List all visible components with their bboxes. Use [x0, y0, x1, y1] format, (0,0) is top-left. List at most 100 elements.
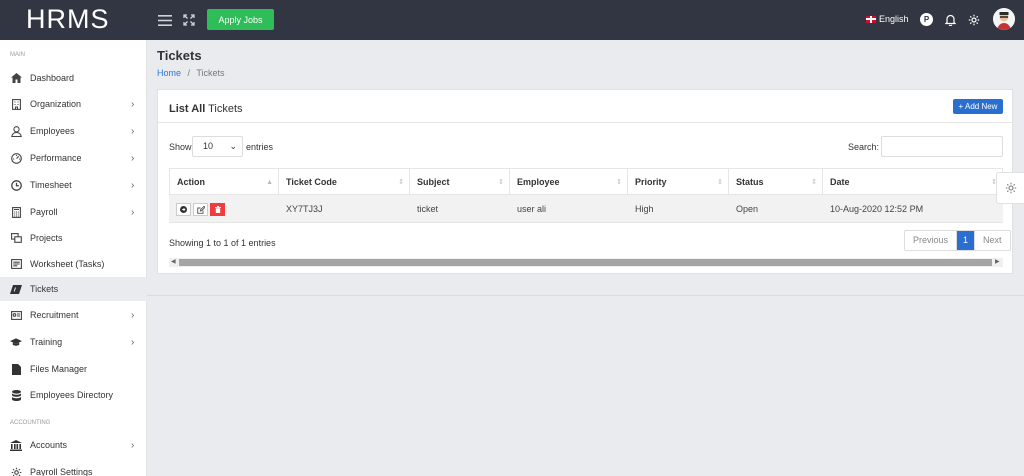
- table-row: XY7TJ3J ticket user ali High Open 10-Aug…: [169, 195, 1003, 223]
- next-page-button[interactable]: Next: [975, 231, 1010, 250]
- sidebar-item-payroll-settings[interactable]: Payroll Settings: [0, 460, 147, 476]
- settings-icon: [10, 466, 22, 476]
- user-avatar[interactable]: [993, 8, 1015, 30]
- sort-icon: ⇕: [398, 179, 404, 186]
- sidebar-item-worksheet[interactable]: Worksheet (Tasks): [0, 252, 147, 276]
- sort-icon: ⇕: [498, 179, 504, 186]
- content-footer-band: [147, 280, 1024, 296]
- column-header-status[interactable]: Status ⇕: [729, 168, 823, 195]
- entries-label: entries: [246, 142, 274, 152]
- chevron-down-icon: ⌄: [229, 141, 237, 151]
- chevron-right-icon: ›: [131, 439, 135, 451]
- ticket-code-cell: XY7TJ3J: [286, 204, 323, 214]
- file-icon: [10, 363, 22, 375]
- action-cell: [169, 195, 279, 223]
- column-header-action[interactable]: Action ▲: [169, 168, 279, 195]
- column-header-date[interactable]: Date ⇕: [823, 168, 1003, 195]
- previous-page-button[interactable]: Previous: [905, 231, 958, 250]
- fullscreen-icon[interactable]: [181, 12, 197, 28]
- gear-icon: [1005, 182, 1016, 194]
- projects-icon: [10, 232, 22, 244]
- add-new-button[interactable]: + Add New: [953, 99, 1003, 114]
- uk-flag-icon: [866, 15, 876, 23]
- subject-cell: ticket: [417, 204, 439, 214]
- sidebar-section-main: MAIN: [10, 52, 25, 58]
- search-label: Search:: [848, 142, 880, 152]
- app-logo[interactable]: HRMS: [26, 4, 110, 35]
- sidebar-item-payroll[interactable]: Payroll ›: [0, 200, 147, 224]
- column-header-subject[interactable]: Subject ⇕: [410, 168, 510, 195]
- page-title: Tickets: [157, 48, 202, 63]
- chevron-right-icon: ›: [131, 309, 135, 321]
- graduation-cap-icon: [10, 336, 22, 348]
- chevron-right-icon: ›: [131, 179, 135, 191]
- bank-icon: [10, 439, 22, 451]
- p-badge-icon[interactable]: P: [920, 13, 933, 26]
- sidebar: MAIN Dashboard Organization › Employees …: [0, 40, 147, 476]
- settings-panel-toggle[interactable]: [996, 172, 1024, 204]
- edit-icon: [196, 205, 205, 214]
- chevron-right-icon: ›: [131, 336, 135, 348]
- column-header-employee[interactable]: Employee ⇕: [510, 168, 628, 195]
- sort-icon: ⇕: [717, 179, 723, 186]
- sidebar-item-employees-directory[interactable]: Employees Directory: [0, 383, 147, 407]
- user-icon: [10, 125, 22, 137]
- card-title: List All Tickets: [169, 103, 243, 115]
- bell-icon[interactable]: [942, 12, 958, 28]
- scrollbar-thumb[interactable]: [179, 259, 992, 266]
- sidebar-item-performance[interactable]: Performance ›: [0, 146, 147, 170]
- breadcrumb-current: Tickets: [196, 68, 225, 78]
- edit-button[interactable]: [193, 203, 208, 216]
- chevron-right-icon: ›: [131, 152, 135, 164]
- apply-jobs-button[interactable]: Apply Jobs: [207, 9, 274, 30]
- scroll-left-arrow-icon[interactable]: ◀: [171, 258, 176, 267]
- pagination: Previous 1 Next: [904, 230, 1011, 251]
- gear-icon[interactable]: [966, 12, 982, 28]
- page-1-button[interactable]: 1: [957, 231, 976, 250]
- sidebar-item-recruitment[interactable]: Recruitment ›: [0, 303, 147, 327]
- sidebar-item-timesheet[interactable]: Timesheet ›: [0, 173, 147, 197]
- status-cell: Open: [736, 204, 759, 214]
- sidebar-item-employees[interactable]: Employees ›: [0, 119, 147, 143]
- language-label: English: [879, 14, 909, 24]
- sidebar-item-training[interactable]: Training ›: [0, 330, 147, 354]
- delete-button[interactable]: [210, 203, 225, 216]
- entries-per-page-select[interactable]: 10 ⌄: [192, 136, 243, 157]
- horizontal-scrollbar[interactable]: ◀ ▶: [169, 258, 1003, 267]
- sort-asc-icon: ▲: [266, 179, 273, 186]
- employee-cell: user ali: [517, 204, 547, 214]
- clock-icon: [10, 179, 22, 191]
- database-icon: [10, 389, 22, 401]
- sidebar-section-accounting: ACCOUNTING: [10, 420, 51, 426]
- column-header-priority[interactable]: Priority ⇕: [628, 168, 729, 195]
- show-label: Show: [169, 142, 192, 152]
- chevron-right-icon: ›: [131, 98, 135, 110]
- language-selector[interactable]: English: [866, 14, 909, 24]
- priority-cell: High: [635, 204, 654, 214]
- sort-icon: ⇕: [811, 179, 817, 186]
- building-icon: [10, 98, 22, 110]
- sidebar-item-files-manager[interactable]: Files Manager: [0, 357, 147, 381]
- column-header-ticket-code[interactable]: Ticket Code ⇕: [279, 168, 410, 195]
- sidebar-item-organization[interactable]: Organization ›: [0, 92, 147, 116]
- view-button[interactable]: [176, 203, 191, 216]
- chevron-right-icon: ›: [131, 206, 135, 218]
- calculator-icon: [10, 206, 22, 218]
- trash-icon: [214, 206, 221, 213]
- entries-info: Showing 1 to 1 of 1 entries: [169, 238, 276, 248]
- breadcrumb-separator: /: [187, 68, 191, 78]
- arrow-right-circle-icon: [180, 206, 187, 213]
- sidebar-item-dashboard[interactable]: Dashboard: [0, 66, 147, 90]
- menu-icon[interactable]: [157, 12, 173, 28]
- sidebar-item-tickets[interactable]: Tickets: [0, 277, 147, 301]
- sidebar-item-accounts[interactable]: Accounts ›: [0, 433, 147, 457]
- sidebar-item-projects[interactable]: Projects: [0, 226, 147, 250]
- card-divider: [158, 122, 1012, 123]
- scroll-right-arrow-icon[interactable]: ▶: [995, 258, 1000, 267]
- breadcrumb: Home / Tickets: [157, 68, 225, 78]
- search-input[interactable]: [881, 136, 1003, 157]
- home-icon: [10, 72, 22, 84]
- breadcrumb-home-link[interactable]: Home: [157, 68, 181, 78]
- recruitment-icon: [10, 309, 22, 321]
- tickets-card: List All Tickets + Add New Show 10 ⌄ ent…: [157, 89, 1013, 274]
